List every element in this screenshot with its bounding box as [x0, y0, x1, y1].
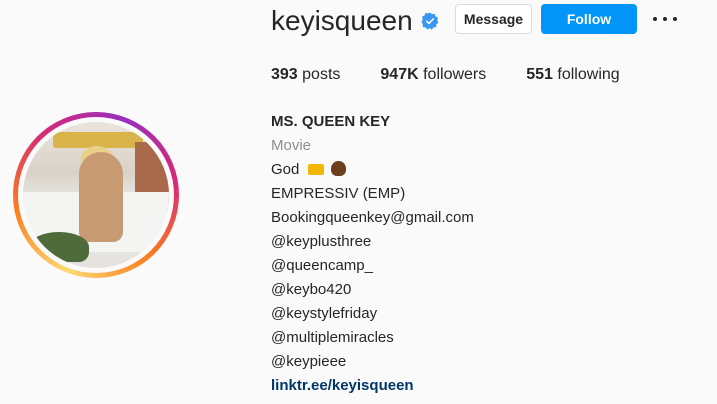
- photo-plant: [29, 232, 89, 262]
- bio-god-text: God: [271, 161, 300, 178]
- posts-stat[interactable]: 393 posts: [271, 66, 340, 84]
- following-label: following: [557, 66, 620, 83]
- bio-external-link[interactable]: linktr.ee/keyisqueen: [271, 374, 474, 398]
- crown-emoji-icon: [307, 164, 324, 175]
- username-row: keyisqueen: [271, 2, 439, 40]
- bio-mention: @multiplemiracles: [271, 329, 394, 346]
- followers-label: followers: [423, 66, 487, 83]
- bio-line-god: God: [271, 158, 474, 182]
- bio-section: MS. QUEEN KEY Movie God EMPRESSIV (EMP) …: [271, 110, 474, 398]
- bio-mention: @keypieee: [271, 353, 347, 370]
- followers-stat[interactable]: 947K followers: [380, 66, 486, 84]
- bio-line: EMPRESSIV (EMP): [271, 185, 406, 202]
- more-options-icon[interactable]: [653, 9, 677, 29]
- bio-mention: @keystylefriday: [271, 305, 378, 322]
- bio-mention: @queencamp_: [271, 257, 373, 274]
- posts-label: posts: [302, 66, 341, 83]
- followers-count: 947K: [380, 66, 419, 83]
- follow-button[interactable]: Follow: [541, 4, 637, 34]
- following-count: 551: [526, 66, 553, 83]
- profile-avatar-story-ring[interactable]: [13, 112, 179, 278]
- message-button[interactable]: Message: [455, 4, 532, 34]
- bio-email: Bookingqueenkey@gmail.com: [271, 209, 474, 226]
- bio-mention: @keybo420: [271, 281, 352, 298]
- bio-mention: @keyplusthree: [271, 233, 372, 250]
- avatar[interactable]: [23, 122, 169, 268]
- verified-badge-icon: [421, 12, 439, 30]
- full-name: MS. QUEEN KEY: [271, 113, 391, 130]
- profile-stats: 393 posts 947K followers 551 following: [271, 66, 660, 84]
- username: keyisqueen: [271, 5, 413, 36]
- photo-person: [79, 152, 123, 242]
- posts-count: 393: [271, 66, 298, 83]
- category-label: Movie: [271, 137, 312, 154]
- pile-of-poo-emoji-icon: [330, 161, 346, 176]
- following-stat[interactable]: 551 following: [526, 66, 619, 84]
